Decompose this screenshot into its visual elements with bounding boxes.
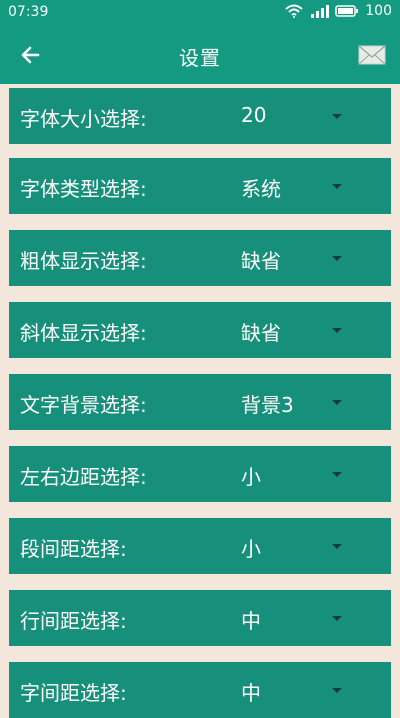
setting-row-paragraph-spacing[interactable]: 段间距选择: 小 <box>9 518 391 574</box>
setting-label: 左右边距选择: <box>20 465 147 489</box>
status-bar: 07:39 100 <box>0 0 400 26</box>
setting-value: 中 <box>241 609 261 633</box>
setting-value: 背景3 <box>241 393 294 417</box>
app-bar: 设置 <box>0 26 400 84</box>
status-icons: 100 <box>285 3 392 19</box>
setting-value: 小 <box>241 537 261 561</box>
battery-level: 100 <box>365 3 392 19</box>
page-title: 设置 <box>179 46 221 70</box>
setting-row-font-size[interactable]: 字体大小选择: 20 <box>9 88 391 144</box>
dropdown-arrow-icon[interactable] <box>332 544 342 549</box>
setting-value: 20 <box>241 103 267 127</box>
setting-row-line-spacing[interactable]: 行间距选择: 中 <box>9 590 391 646</box>
mail-icon[interactable] <box>358 44 386 66</box>
setting-value: 中 <box>241 681 261 705</box>
dropdown-arrow-icon[interactable] <box>332 114 342 119</box>
setting-label: 行间距选择: <box>20 609 127 633</box>
status-time: 07:39 <box>8 4 49 20</box>
setting-row-letter-spacing[interactable]: 字间距选择: 中 <box>9 662 391 718</box>
setting-label: 文字背景选择: <box>20 393 147 417</box>
setting-label: 字体类型选择: <box>20 177 147 201</box>
setting-label: 字间距选择: <box>20 681 127 705</box>
battery-icon <box>335 4 359 18</box>
setting-row-italic[interactable]: 斜体显示选择: 缺省 <box>9 302 391 358</box>
setting-label: 段间距选择: <box>20 537 127 561</box>
setting-row-text-background[interactable]: 文字背景选择: 背景3 <box>9 374 391 430</box>
setting-row-side-margin[interactable]: 左右边距选择: 小 <box>9 446 391 502</box>
setting-label: 字体大小选择: <box>20 107 147 131</box>
dropdown-arrow-icon[interactable] <box>332 256 342 261</box>
setting-value: 缺省 <box>241 249 281 273</box>
signal-icon <box>309 4 330 18</box>
setting-label: 粗体显示选择: <box>20 249 147 273</box>
dropdown-arrow-icon[interactable] <box>332 688 342 693</box>
setting-value: 缺省 <box>241 321 281 345</box>
setting-row-font-type[interactable]: 字体类型选择: 系统 <box>9 158 391 214</box>
dropdown-arrow-icon[interactable] <box>332 400 342 405</box>
setting-value: 小 <box>241 465 261 489</box>
dropdown-arrow-icon[interactable] <box>332 616 342 621</box>
wifi-icon <box>285 4 303 18</box>
setting-value: 系统 <box>241 177 281 201</box>
setting-row-bold[interactable]: 粗体显示选择: 缺省 <box>9 230 391 286</box>
dropdown-arrow-icon[interactable] <box>332 328 342 333</box>
dropdown-arrow-icon[interactable] <box>332 184 342 189</box>
setting-label: 斜体显示选择: <box>20 321 147 345</box>
dropdown-arrow-icon[interactable] <box>332 472 342 477</box>
